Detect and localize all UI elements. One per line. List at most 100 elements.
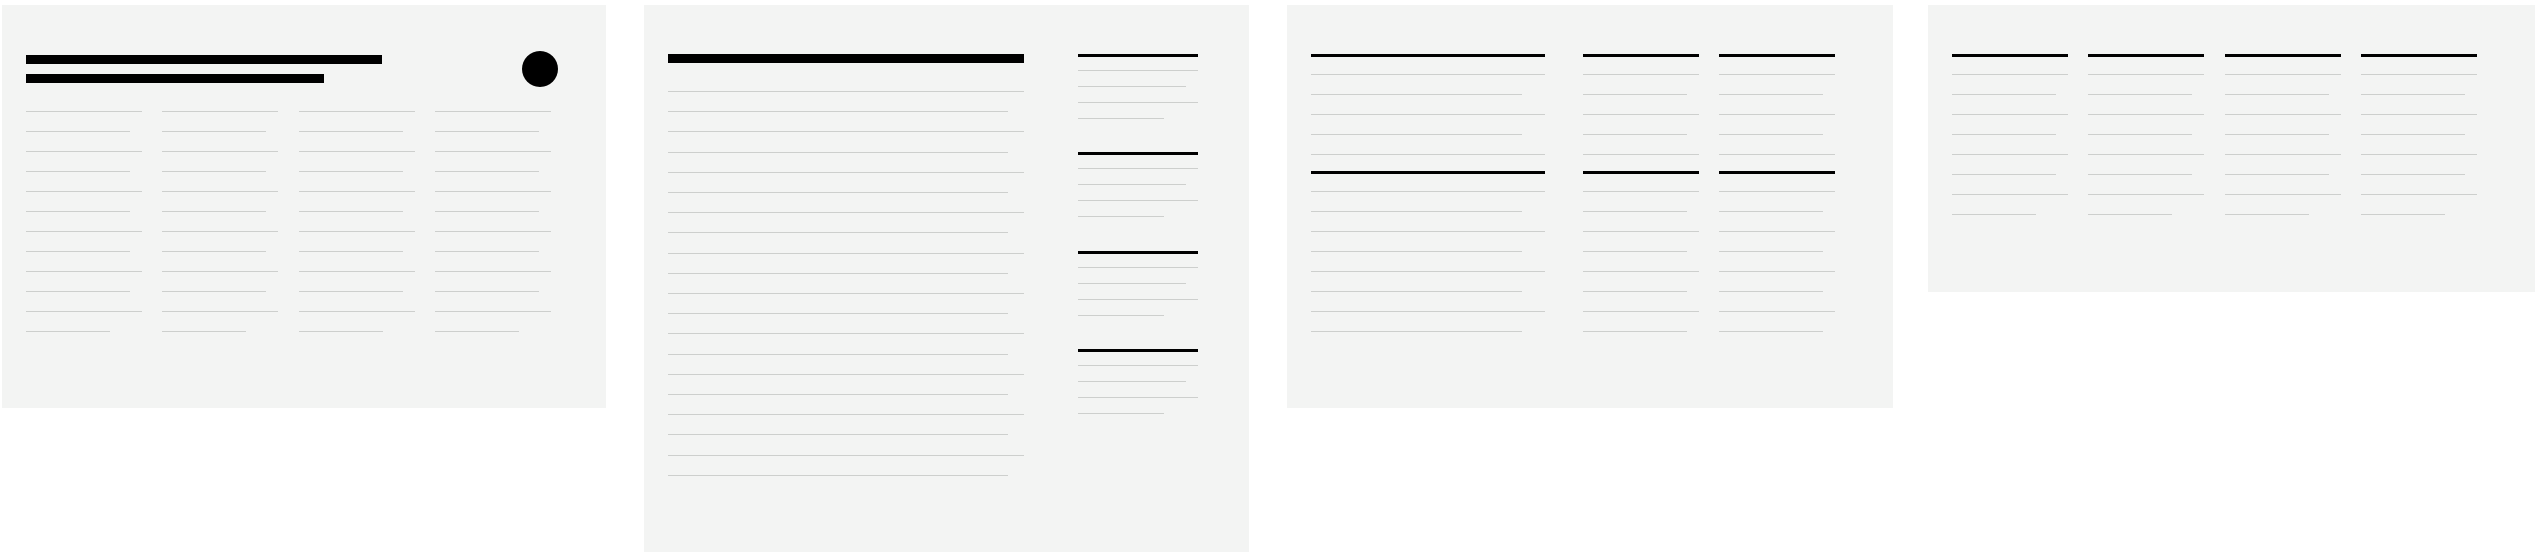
text-line-placeholder (2088, 214, 2172, 215)
text-line-placeholder (26, 131, 130, 132)
text-line-placeholder (2361, 114, 2477, 115)
text-line-placeholder (2088, 174, 2192, 175)
text-line-placeholder (1311, 271, 1545, 272)
text-line-placeholder (1719, 311, 1835, 312)
text-line-placeholder (2225, 114, 2341, 115)
text-line-placeholder (299, 211, 403, 212)
text-line-placeholder (435, 231, 551, 232)
text-line-placeholder (1719, 114, 1835, 115)
wireframe-canvas (0, 0, 2542, 552)
text-line-placeholder (1078, 413, 1164, 414)
text-line-placeholder (1078, 86, 1186, 87)
text-line-placeholder (1078, 200, 1198, 201)
subtitle-placeholder (26, 74, 324, 83)
text-line-placeholder (162, 271, 278, 272)
text-line-placeholder (1078, 102, 1198, 103)
section-heading-placeholder (1719, 171, 1835, 174)
text-line-placeholder (1078, 397, 1198, 398)
text-line-placeholder (299, 131, 403, 132)
text-line-placeholder (2225, 154, 2341, 155)
sidebar-heading-placeholder (1078, 251, 1198, 254)
section-heading-placeholder (1719, 54, 1835, 57)
text-line-placeholder (1719, 191, 1835, 192)
text-line-placeholder (668, 172, 1024, 173)
text-line-placeholder (2225, 214, 2309, 215)
text-line-placeholder (162, 311, 278, 312)
text-line-placeholder (1078, 184, 1186, 185)
text-line-placeholder (1078, 299, 1198, 300)
text-line-placeholder (668, 91, 1024, 92)
text-line-placeholder (1583, 231, 1699, 232)
text-line-placeholder (299, 151, 415, 152)
text-line-placeholder (299, 191, 415, 192)
text-line-placeholder (2088, 134, 2192, 135)
section-heading-placeholder (1311, 171, 1545, 174)
text-line-placeholder (1719, 331, 1823, 332)
sidebar-heading-placeholder (1078, 152, 1198, 155)
text-line-placeholder (1583, 271, 1699, 272)
text-line-placeholder (26, 231, 142, 232)
text-line-placeholder (299, 271, 415, 272)
text-line-placeholder (435, 171, 539, 172)
text-line-placeholder (1952, 94, 2056, 95)
text-line-placeholder (435, 331, 519, 332)
text-line-placeholder (1952, 174, 2056, 175)
text-line-placeholder (1719, 251, 1823, 252)
text-line-placeholder (435, 211, 539, 212)
text-line-placeholder (1583, 134, 1687, 135)
text-line-placeholder (1311, 331, 1522, 332)
text-line-placeholder (2361, 94, 2465, 95)
wireframe-article-with-sidebar (644, 5, 1249, 552)
text-line-placeholder (26, 251, 130, 252)
text-line-placeholder (162, 171, 266, 172)
text-line-placeholder (26, 311, 142, 312)
text-line-placeholder (2361, 194, 2477, 195)
text-line-placeholder (1311, 191, 1545, 192)
text-line-placeholder (162, 131, 266, 132)
text-line-placeholder (435, 131, 539, 132)
circle-icon (522, 51, 558, 87)
text-line-placeholder (1583, 94, 1687, 95)
text-line-placeholder (1311, 291, 1522, 292)
text-line-placeholder (1311, 94, 1522, 95)
text-line-placeholder (1719, 134, 1823, 135)
text-line-placeholder (162, 331, 246, 332)
text-line-placeholder (668, 394, 1008, 395)
list-heading-placeholder (1952, 54, 2068, 57)
list-heading-placeholder (2361, 54, 2477, 57)
text-line-placeholder (26, 271, 142, 272)
text-line-placeholder (2361, 214, 2445, 215)
text-line-placeholder (299, 231, 415, 232)
text-line-placeholder (1078, 118, 1164, 119)
text-line-placeholder (1952, 154, 2068, 155)
text-line-placeholder (1311, 154, 1545, 155)
text-line-placeholder (1719, 94, 1823, 95)
text-line-placeholder (1583, 154, 1699, 155)
text-line-placeholder (26, 171, 130, 172)
text-line-placeholder (668, 313, 1008, 314)
text-line-placeholder (668, 475, 1008, 476)
text-line-placeholder (1078, 381, 1186, 382)
text-line-placeholder (2361, 154, 2477, 155)
text-line-placeholder (1311, 311, 1545, 312)
text-line-placeholder (1583, 191, 1699, 192)
text-line-placeholder (668, 455, 1024, 456)
text-line-placeholder (1311, 231, 1545, 232)
text-line-placeholder (162, 291, 266, 292)
text-line-placeholder (1952, 134, 2056, 135)
text-line-placeholder (2225, 134, 2329, 135)
text-line-placeholder (435, 271, 551, 272)
text-line-placeholder (1583, 211, 1687, 212)
article-title-placeholder (668, 54, 1024, 63)
text-line-placeholder (162, 251, 266, 252)
text-line-placeholder (668, 374, 1024, 375)
text-line-placeholder (162, 151, 278, 152)
list-heading-placeholder (2088, 54, 2204, 57)
text-line-placeholder (26, 291, 130, 292)
text-line-placeholder (1719, 211, 1823, 212)
text-line-placeholder (1078, 216, 1164, 217)
text-line-placeholder (1311, 74, 1545, 75)
text-line-placeholder (26, 211, 130, 212)
text-line-placeholder (1583, 331, 1687, 332)
title-placeholder (26, 55, 382, 64)
